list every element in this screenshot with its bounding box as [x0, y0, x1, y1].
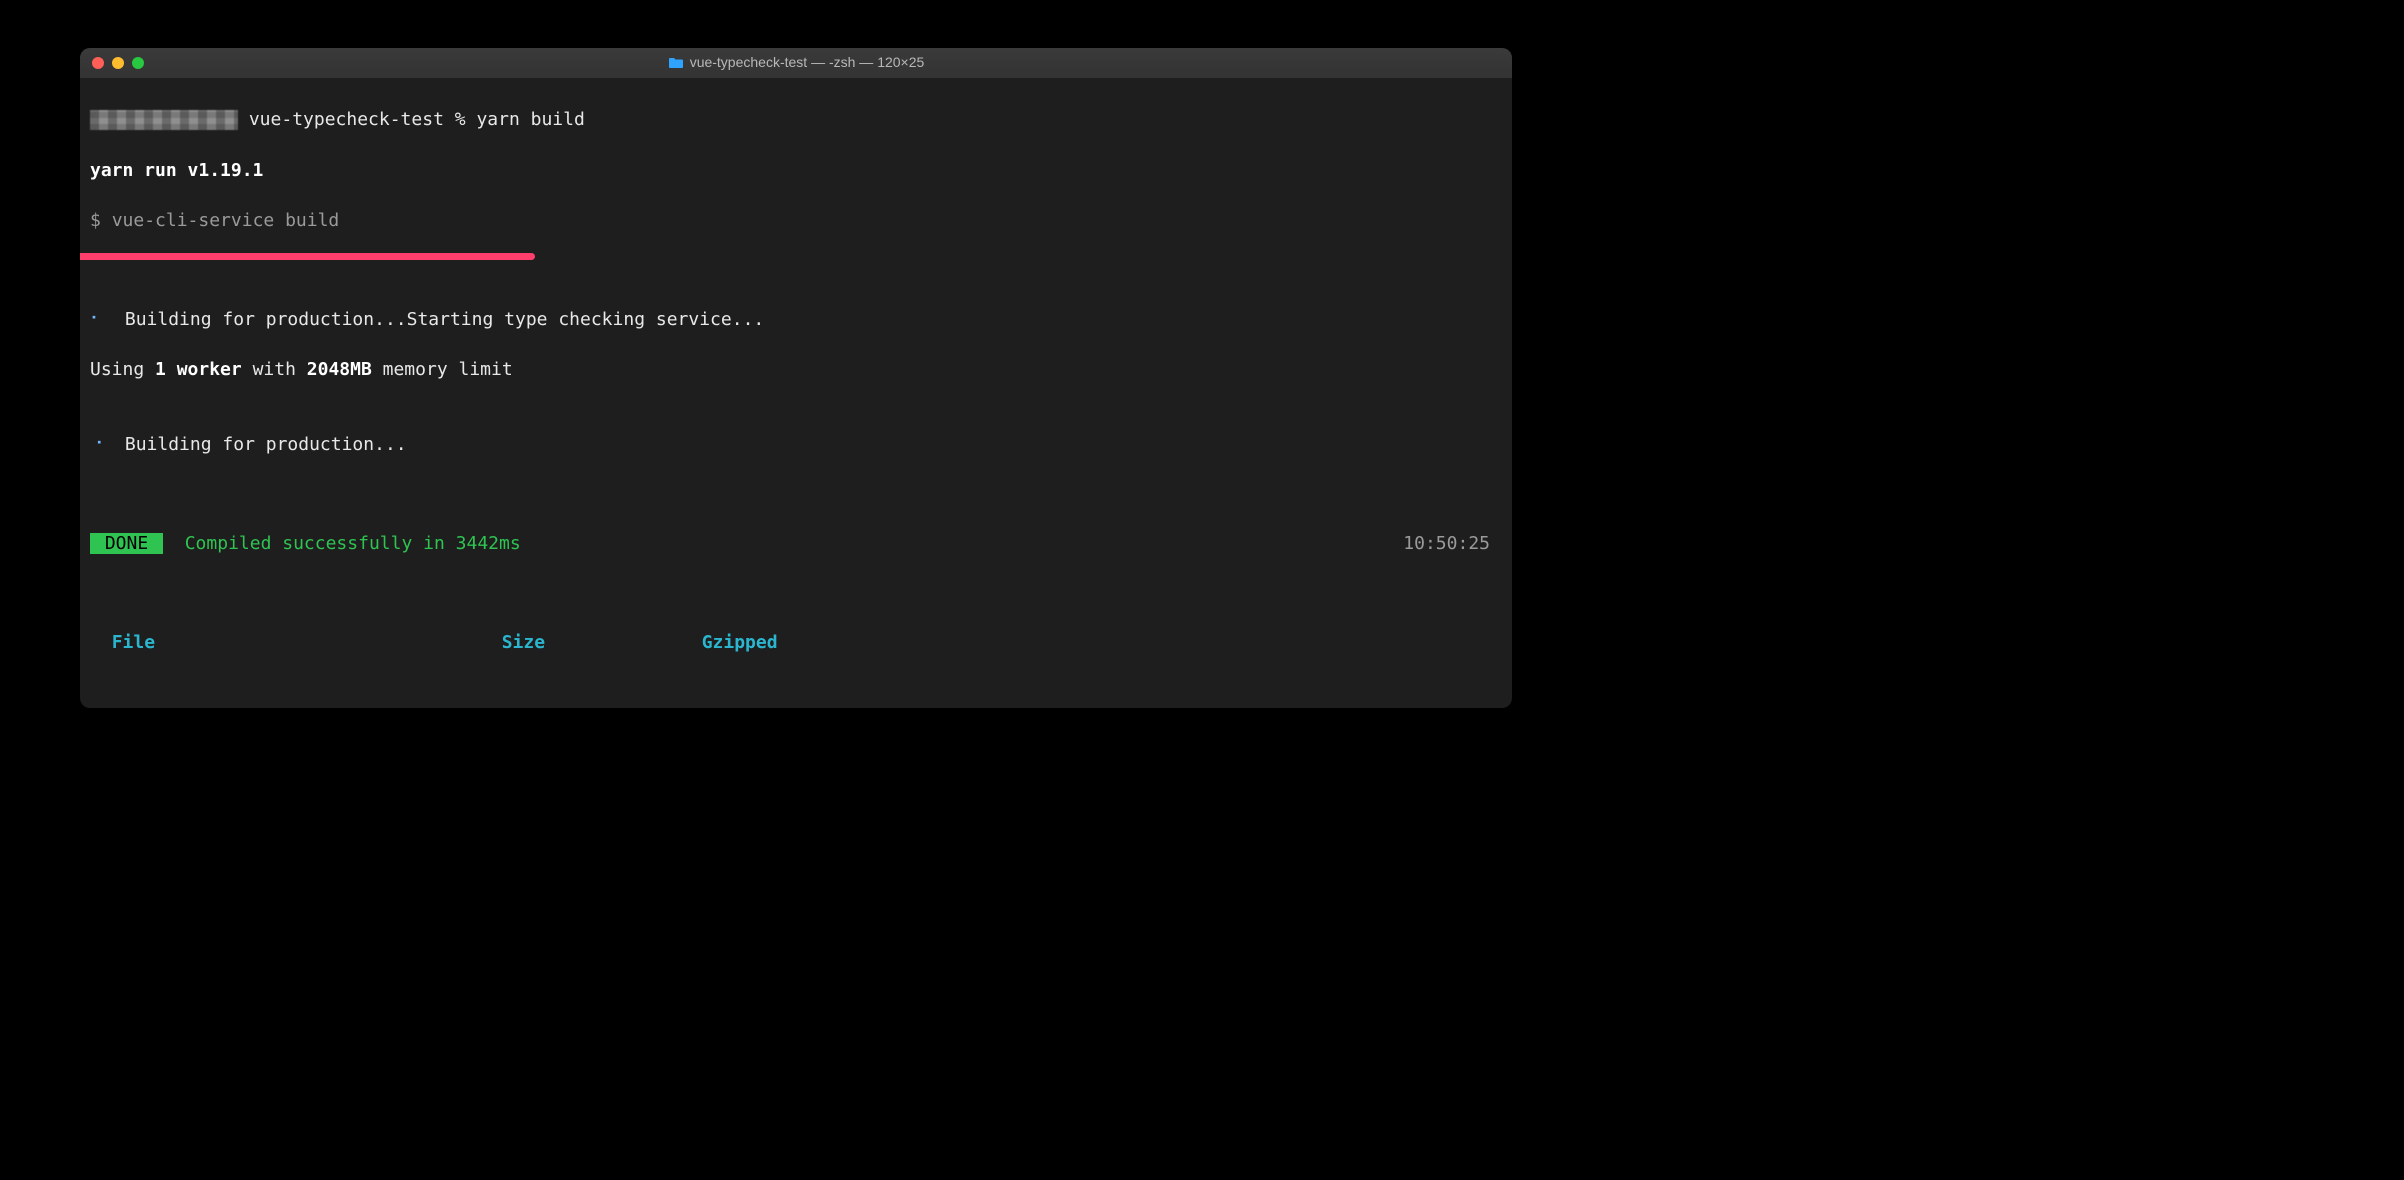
terminal-output[interactable]: vue-typecheck-test % yarn build yarn run…	[80, 78, 1512, 708]
yarn-header: yarn run v1.19.1	[90, 158, 1502, 183]
col-file: File	[112, 630, 502, 655]
command-text: yarn build	[476, 109, 584, 130]
minimize-icon[interactable]	[112, 57, 124, 69]
blank	[90, 581, 1502, 604]
subcommand-line: $ vue-cli-service build	[90, 208, 1502, 233]
col-gzip: Gzipped	[702, 632, 778, 653]
prompt-dir: vue-typecheck-test	[249, 109, 444, 130]
highlight-underline	[80, 253, 535, 260]
timestamp: 10:50:25	[1403, 531, 1490, 556]
blank	[90, 680, 1502, 703]
table-header: FileSizeGzipped	[90, 630, 1502, 655]
done-badge: DONE	[90, 533, 163, 554]
worker-count: 1 worker	[155, 359, 242, 380]
window-title-text: vue-typecheck-test — -zsh — 120×25	[690, 53, 925, 73]
workers-line: Using 1 worker with 2048MB memory limit	[90, 357, 1502, 382]
building-line-1: ⠂ Building for production...Starting typ…	[90, 307, 1502, 332]
prompt-symbol: %	[455, 109, 466, 130]
memory-size: 2048MB	[307, 359, 372, 380]
folder-icon	[668, 57, 684, 69]
done-text: Compiled successfully in 3442ms	[185, 533, 521, 554]
prompt-line: vue-typecheck-test % yarn build	[90, 107, 1502, 132]
close-icon[interactable]	[92, 57, 104, 69]
spinner-icon: ⠂	[90, 309, 103, 330]
building-line-2: ⠐ Building for production...	[90, 432, 1502, 457]
window-title: vue-typecheck-test — -zsh — 120×25	[80, 53, 1512, 73]
terminal-window: vue-typecheck-test — -zsh — 120×25 vue-t…	[80, 48, 1512, 708]
done-compiled-line: DONE Compiled successfully in 3442ms 10:5…	[90, 531, 1502, 556]
traffic-lights	[92, 57, 144, 69]
zoom-icon[interactable]	[132, 57, 144, 69]
spinner-icon: ⠐	[90, 434, 103, 455]
redacted-user-host	[90, 110, 238, 130]
col-size: Size	[502, 630, 702, 655]
blank	[90, 483, 1502, 506]
titlebar[interactable]: vue-typecheck-test — -zsh — 120×25	[80, 48, 1512, 78]
blank	[90, 258, 1502, 281]
